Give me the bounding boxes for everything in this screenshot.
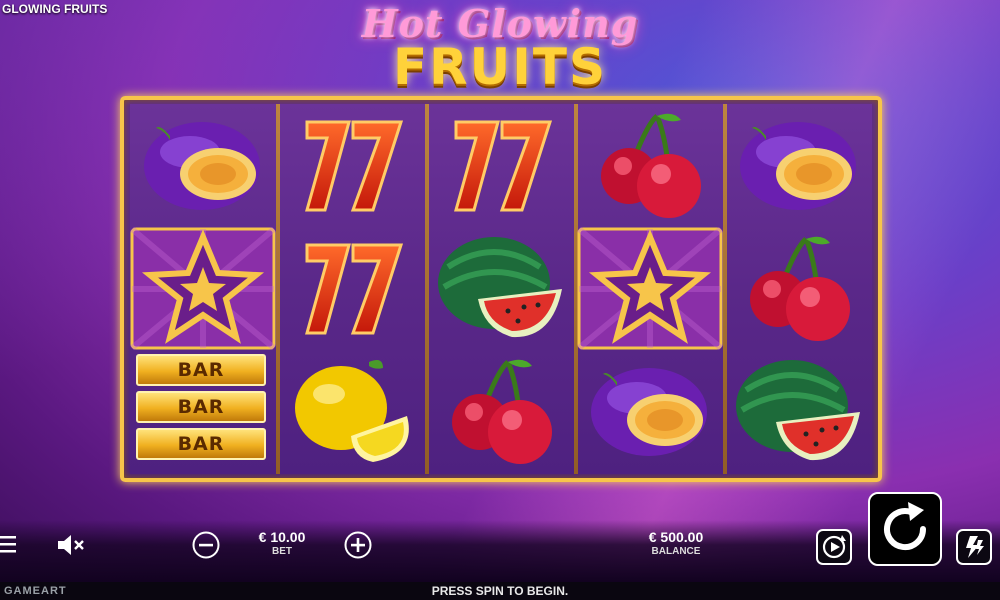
symbol-cherry [726, 227, 872, 350]
symbol-lemon [279, 350, 425, 473]
symbol-star [577, 227, 723, 350]
game-logo: Hot Glowing FRUITS [350, 2, 650, 100]
logo-line-2: FRUITS [393, 38, 607, 96]
symbol-seven [428, 104, 574, 227]
symbol-cherry [428, 350, 574, 473]
symbol-seven [279, 104, 425, 227]
symbol-watermelon [428, 227, 574, 350]
balance-value: € 500.00 [648, 529, 704, 545]
decrease-bet-button[interactable] [192, 531, 220, 559]
balance-display: € 500.00 BALANCE [616, 529, 736, 557]
balance-label: BALANCE [651, 546, 701, 557]
spin-button[interactable] [868, 492, 942, 566]
symbol-plum [130, 104, 276, 227]
bet-label: BET [272, 546, 292, 557]
bet-display: € 10.00 BET [232, 529, 332, 557]
spin-icon [884, 502, 927, 551]
bar-block: BAR [136, 354, 266, 386]
bet-value: € 10.00 [258, 529, 306, 545]
symbol-bar-triple: BAR BAR BAR [130, 350, 276, 473]
status-message: PRESS SPIN TO BEGIN. [431, 584, 569, 598]
symbol-plum [577, 350, 723, 473]
bar-block: BAR [136, 428, 266, 460]
game-title: GLOWING FRUITS [2, 2, 108, 16]
status-bar: GAMEART PRESS SPIN TO BEGIN. [0, 582, 1000, 600]
symbol-cherry [577, 104, 723, 227]
menu-icon[interactable] [0, 533, 18, 555]
sound-muted-icon[interactable] [56, 532, 86, 558]
turbo-button[interactable] [956, 529, 992, 565]
symbol-plum [726, 104, 872, 227]
autoplay-icon [822, 535, 846, 559]
autoplay-button[interactable] [816, 529, 852, 565]
symbol-seven [279, 227, 425, 350]
increase-bet-button[interactable] [344, 531, 372, 559]
bar-block: BAR [136, 391, 266, 423]
symbol-watermelon [726, 350, 872, 473]
symbol-star [130, 227, 276, 350]
lightning-icon [966, 536, 984, 558]
